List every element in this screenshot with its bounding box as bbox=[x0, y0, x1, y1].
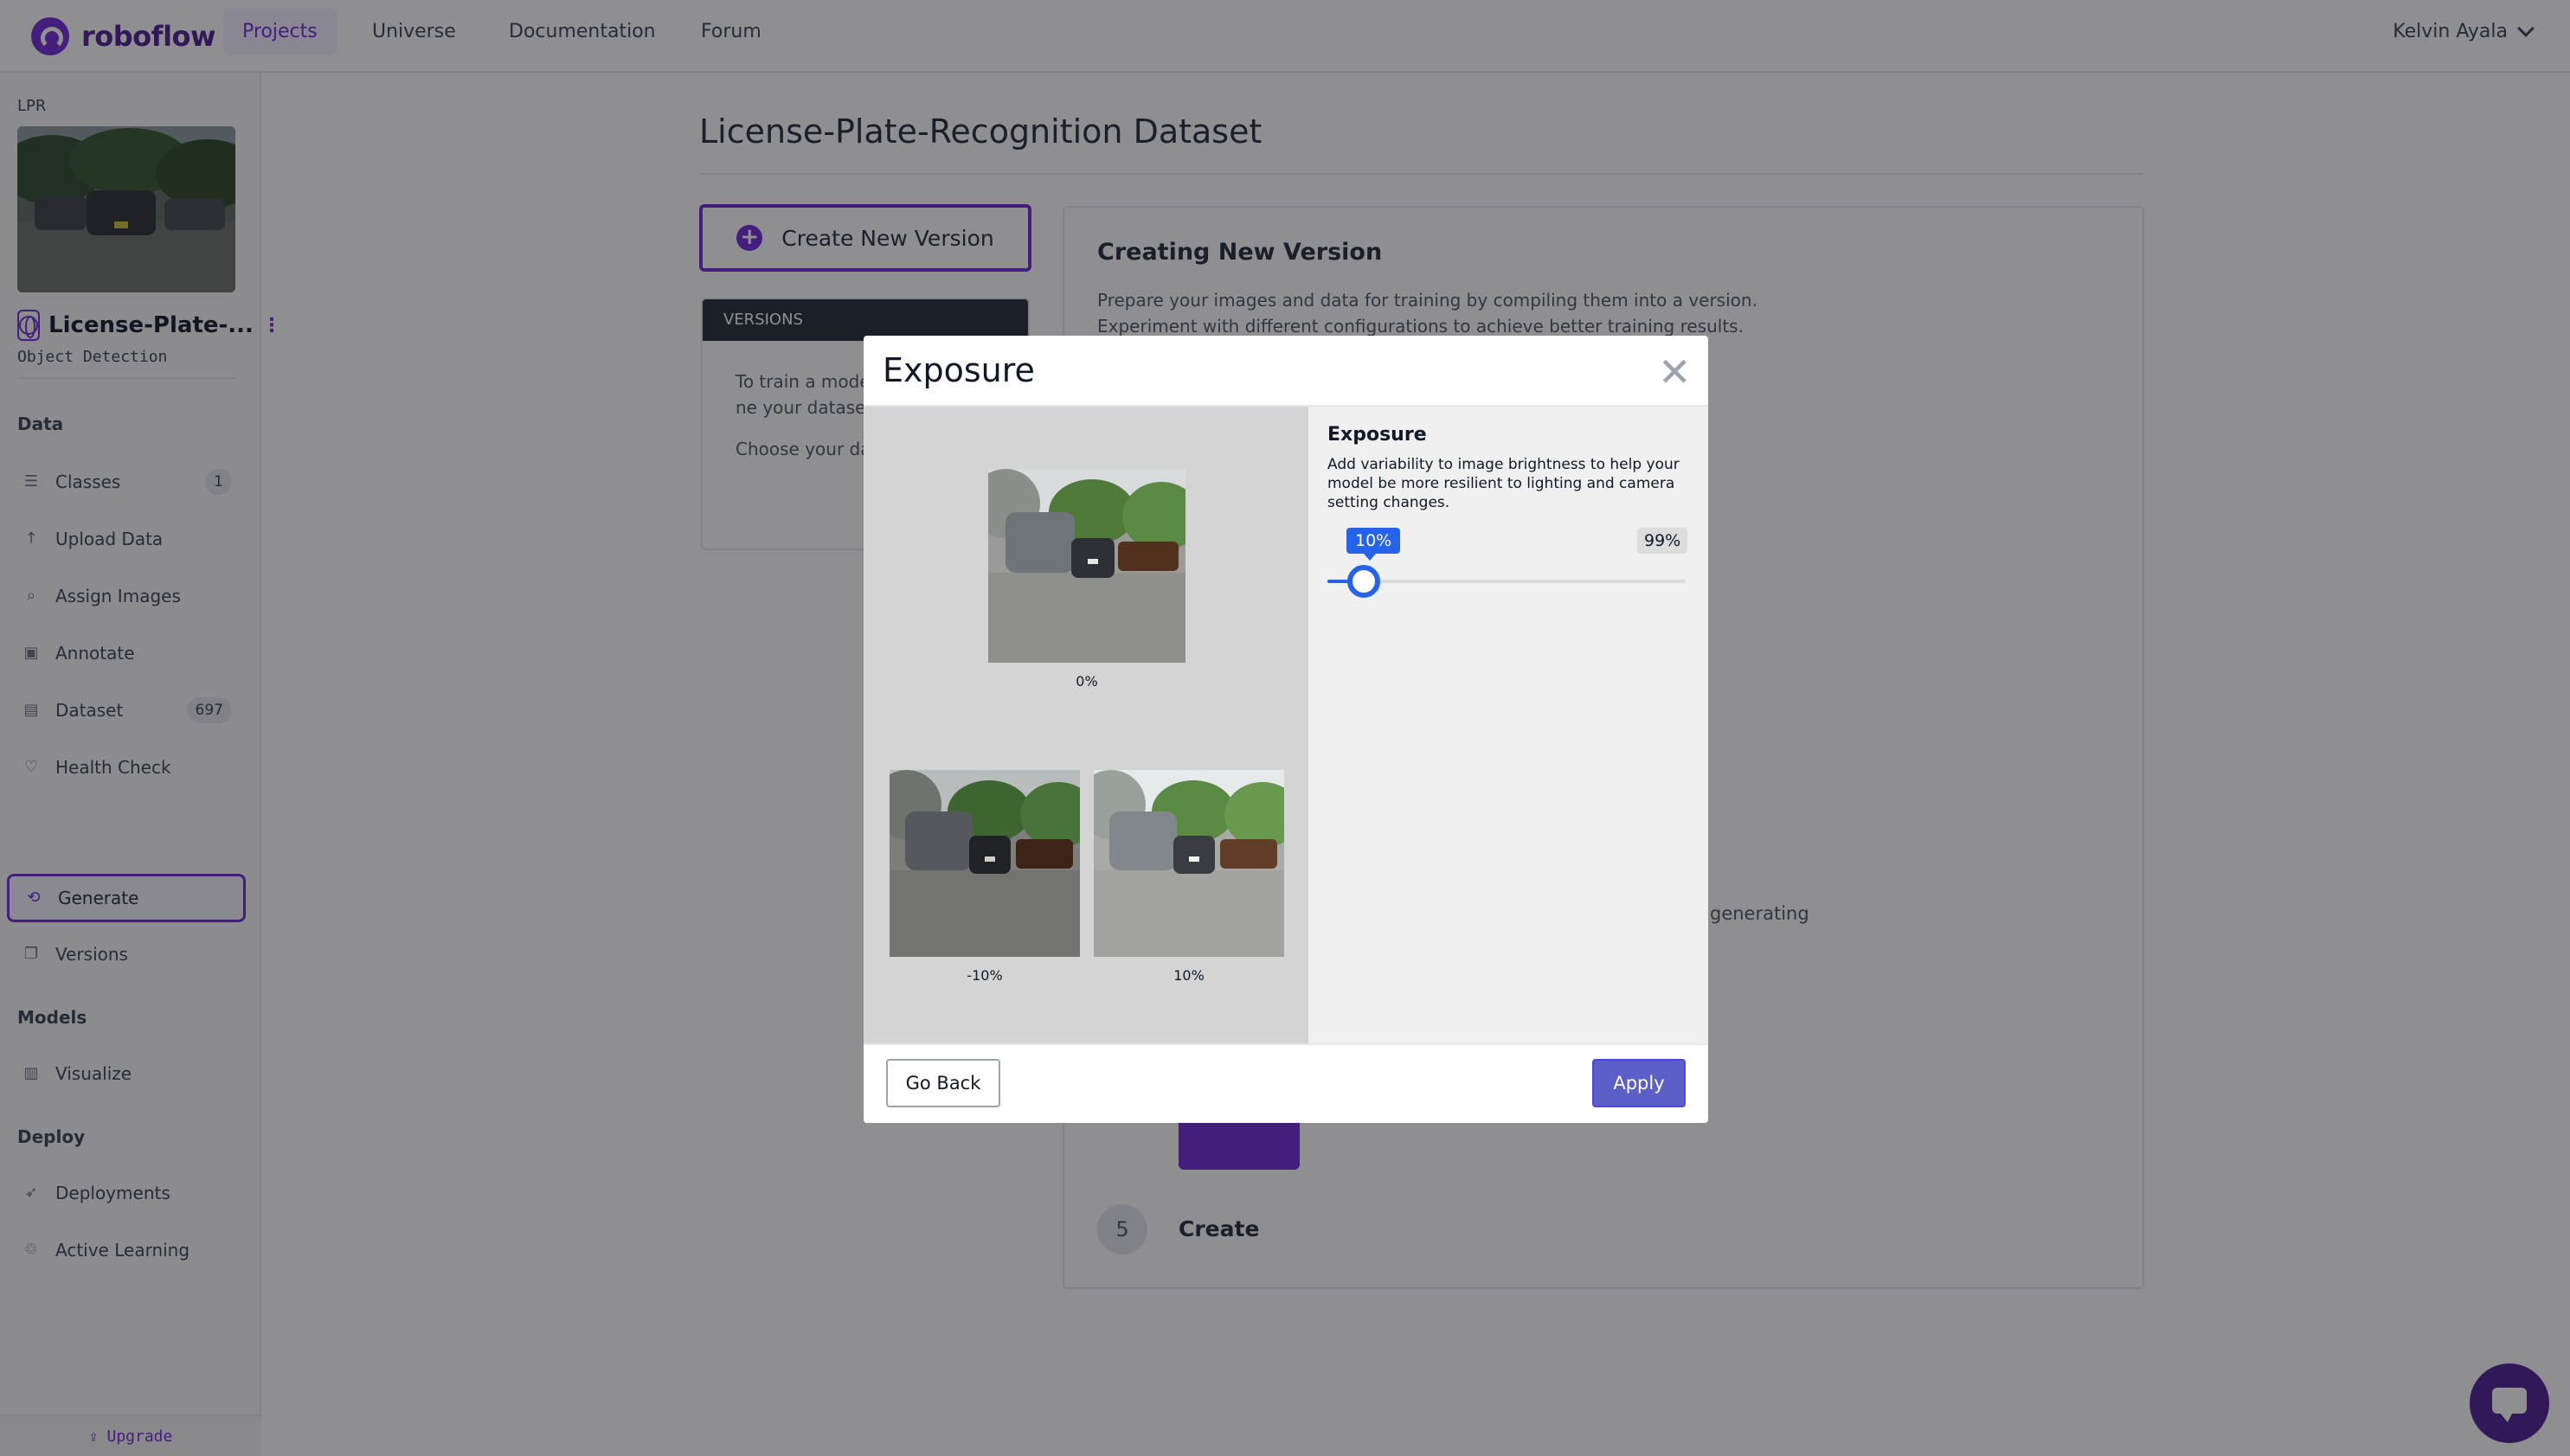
preview-image-brighter bbox=[1094, 770, 1284, 957]
setting-description: Add variability to image brightness to h… bbox=[1327, 456, 1680, 511]
preview-image-darker bbox=[890, 770, 1080, 957]
setting-title: Exposure bbox=[1327, 424, 1427, 446]
slider-max-label: 99% bbox=[1637, 528, 1688, 554]
preview-image-original bbox=[988, 469, 1185, 663]
modal-title: Exposure bbox=[883, 351, 1035, 389]
exposure-slider[interactable] bbox=[1327, 565, 1686, 598]
apply-button[interactable]: Apply bbox=[1592, 1059, 1686, 1107]
settings-pane: Exposure Add variability to image bright… bbox=[1308, 407, 1708, 1043]
modal-footer-divider bbox=[864, 1043, 1708, 1045]
go-back-button[interactable]: Go Back bbox=[886, 1059, 1000, 1107]
slider-thumb[interactable] bbox=[1347, 565, 1380, 598]
slider-value-label: 10% bbox=[1346, 528, 1401, 561]
preview-caption-original: 0% bbox=[1076, 673, 1098, 690]
preview-caption-brighter: 10% bbox=[1173, 967, 1205, 984]
exposure-modal: Exposure ✕ 0% -10% 10% Exposure Add vari… bbox=[864, 336, 1708, 1123]
preview-pane: 0% -10% 10% bbox=[864, 407, 1308, 1043]
preview-caption-darker: -10% bbox=[967, 967, 1003, 984]
close-icon[interactable]: ✕ bbox=[1658, 348, 1692, 396]
